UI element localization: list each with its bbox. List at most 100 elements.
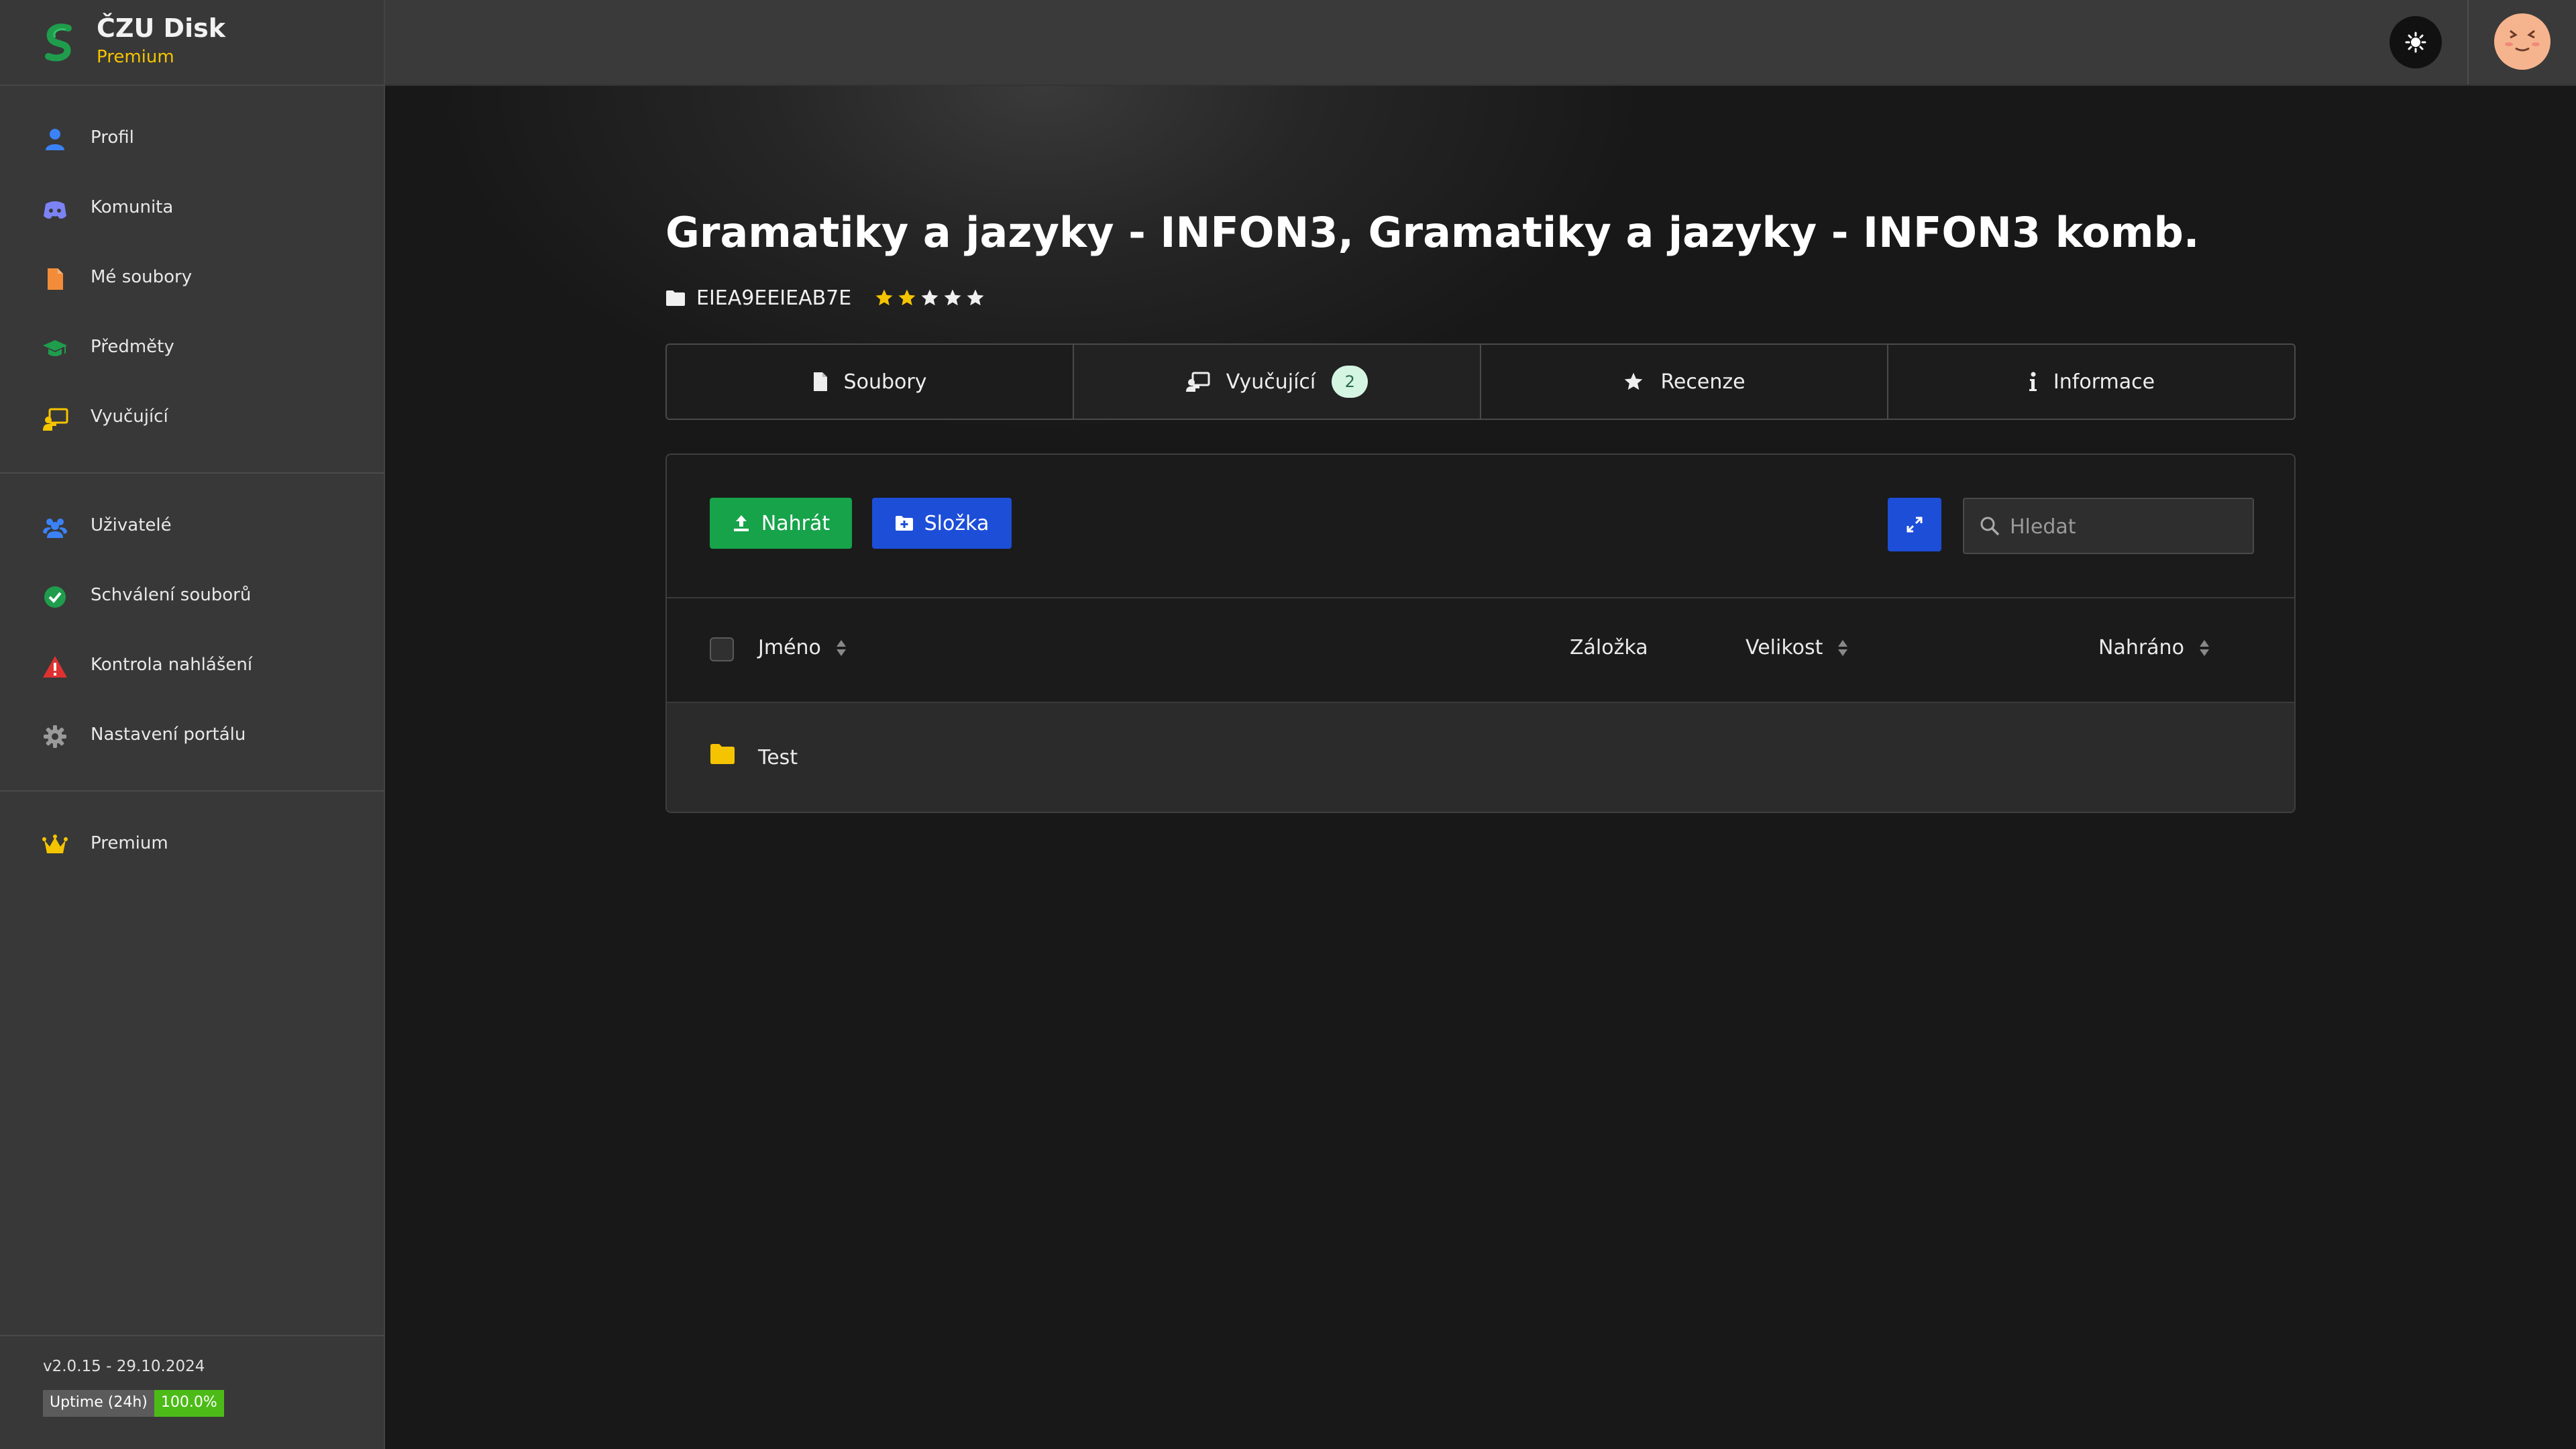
sidebar-item-label: Vyučující xyxy=(91,407,168,427)
file-icon xyxy=(48,268,63,290)
tab-label: Soubory xyxy=(843,370,927,394)
uptime-badge[interactable]: Uptime (24h) 100.0% xyxy=(43,1390,224,1417)
search-input[interactable] xyxy=(2008,499,2246,554)
sidebar-item-label: Profil xyxy=(91,127,134,148)
sidebar-divider xyxy=(0,1335,384,1336)
sidebar-item-me-soubory[interactable]: Mé soubory xyxy=(0,243,384,313)
sidebar-item-label: Nastavení portálu xyxy=(91,724,246,745)
star-icon xyxy=(1625,372,1643,390)
teacher-icon xyxy=(1185,372,1210,392)
user-icon xyxy=(46,129,64,150)
files-panel: Nahrát Složka Jméno Záložka Velikost xyxy=(665,453,2296,813)
folder-icon xyxy=(710,744,735,764)
upload-button[interactable]: Nahrát xyxy=(710,498,852,549)
app-subtitle: Premium xyxy=(97,47,174,67)
sidebar-item-uzivatele[interactable]: Uživatelé xyxy=(0,491,384,561)
sort-icon xyxy=(2199,639,2209,656)
tab-bar: Soubory Vyučující 2 Recenze Informace xyxy=(665,343,2296,420)
sidebar: ČZU Disk Premium Profil Komunita Mé soub… xyxy=(0,0,385,1449)
tab-count-badge: 2 xyxy=(1332,366,1368,398)
sidebar-item-nastaveni-portalu[interactable]: Nastavení portálu xyxy=(0,700,384,770)
column-size[interactable]: Velikost xyxy=(1746,636,1848,659)
star-empty-icon xyxy=(921,289,938,306)
column-size-label: Velikost xyxy=(1746,636,1823,659)
search-field[interactable] xyxy=(1963,498,2254,554)
info-icon xyxy=(2029,372,2037,391)
nav-group-admin: Uživatelé Schválení souborů Kontrola nah… xyxy=(0,491,384,770)
tab-label: Informace xyxy=(2053,370,2155,394)
graduation-cap-icon xyxy=(43,340,67,356)
users-icon xyxy=(43,519,67,538)
tab-informace[interactable]: Informace xyxy=(1888,345,2294,419)
czu-logo-icon xyxy=(45,23,72,62)
avatar[interactable] xyxy=(2494,13,2551,70)
sidebar-item-profil[interactable]: Profil xyxy=(0,103,384,173)
sidebar-item-vyucujici[interactable]: Vyučující xyxy=(0,382,384,452)
sidebar-item-predmety[interactable]: Předměty xyxy=(0,313,384,382)
tab-label: Recenze xyxy=(1660,370,1746,394)
expand-button[interactable] xyxy=(1888,498,1941,551)
select-all-checkbox[interactable] xyxy=(710,637,734,661)
sidebar-item-kontrola-nahlaseni[interactable]: Kontrola nahlášení xyxy=(0,631,384,700)
star-empty-icon xyxy=(944,289,961,306)
sidebar-item-premium[interactable]: Premium xyxy=(0,809,384,879)
theme-toggle-button[interactable] xyxy=(2390,16,2442,68)
warning-icon xyxy=(43,656,67,678)
tab-soubory[interactable]: Soubory xyxy=(667,345,1074,419)
tab-recenze[interactable]: Recenze xyxy=(1481,345,1888,419)
upload-icon xyxy=(733,515,749,531)
page-title: Gramatiky a jazyky - INFON3, Gramatiky a… xyxy=(665,208,2200,257)
top-bar xyxy=(385,0,2576,86)
app-title: ČZU Disk xyxy=(97,13,225,43)
discord-icon xyxy=(44,201,66,219)
sidebar-item-label: Schválení souborů xyxy=(91,585,252,605)
search-icon xyxy=(1980,517,2000,536)
crown-icon xyxy=(42,835,68,853)
gear-icon xyxy=(44,725,66,748)
sidebar-item-label: Uživatelé xyxy=(91,515,172,535)
brand[interactable]: ČZU Disk Premium xyxy=(0,0,384,86)
file-icon xyxy=(813,372,827,391)
column-uploaded-label: Nahráno xyxy=(2098,636,2184,659)
uptime-label: Uptime (24h) xyxy=(43,1390,154,1417)
sidebar-item-label: Komunita xyxy=(91,197,174,217)
column-uploaded[interactable]: Nahráno xyxy=(2098,636,2210,659)
sidebar-divider xyxy=(0,472,384,474)
upload-label: Nahrát xyxy=(761,511,830,535)
folder-label: Složka xyxy=(924,511,989,535)
sort-icon xyxy=(836,639,846,656)
sidebar-divider xyxy=(0,790,384,792)
folder-plus-icon xyxy=(895,516,913,531)
tab-label: Vyučující xyxy=(1226,370,1316,394)
subject-code: EIEA9EEIEAB7E xyxy=(696,286,852,310)
column-name-label: Jméno xyxy=(758,636,821,659)
teacher-icon xyxy=(43,408,68,431)
sidebar-item-schvaleni-souboru[interactable]: Schválení souborů xyxy=(0,561,384,631)
column-bookmark-label: Záložka xyxy=(1570,636,1648,659)
uptime-value: 100.0% xyxy=(154,1390,224,1417)
table-row[interactable]: Test xyxy=(667,703,2294,812)
column-bookmark: Záložka xyxy=(1570,636,1648,659)
row-name: Test xyxy=(758,746,798,769)
sidebar-item-label: Kontrola nahlášení xyxy=(91,655,253,675)
topbar-divider xyxy=(2467,0,2469,85)
star-empty-icon xyxy=(967,289,984,306)
new-folder-button[interactable]: Složka xyxy=(872,498,1012,549)
sidebar-item-label: Předměty xyxy=(91,337,174,357)
tab-vyucujici[interactable]: Vyučující 2 xyxy=(1074,345,1481,419)
sort-icon xyxy=(1838,639,1848,656)
folder-icon xyxy=(666,290,685,306)
rating-stars xyxy=(874,288,985,308)
app-version: v2.0.15 - 29.10.2024 xyxy=(43,1358,205,1375)
star-filled-icon xyxy=(875,289,893,306)
sidebar-item-label: Mé soubory xyxy=(91,267,193,287)
nav-group-main: Profil Komunita Mé soubory Předměty Vyuč… xyxy=(0,103,384,452)
sun-icon xyxy=(2405,32,2426,53)
table-header: Jméno Záložka Velikost Nahráno xyxy=(667,597,2294,703)
nav-group-premium: Premium xyxy=(0,809,384,879)
sidebar-item-label: Premium xyxy=(91,833,168,853)
star-filled-icon xyxy=(898,289,916,306)
column-name[interactable]: Jméno xyxy=(758,636,847,659)
check-circle-icon xyxy=(44,586,66,608)
sidebar-item-komunita[interactable]: Komunita xyxy=(0,173,384,243)
